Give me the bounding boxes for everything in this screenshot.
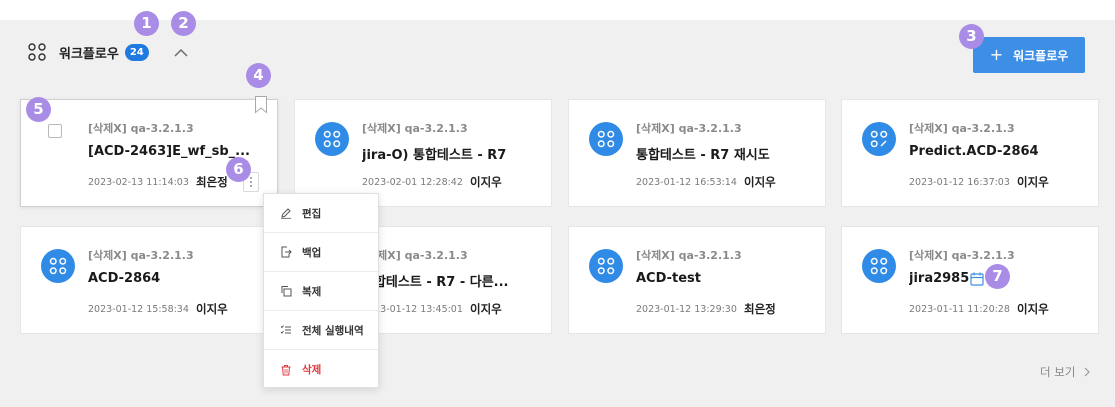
workflow-card[interactable]: [삭제X] qa-3.2.1.3 jira2985 2023-01-11 11:… (841, 226, 1099, 334)
card-author: 최은정 (196, 175, 228, 189)
card-author: 이지우 (1017, 302, 1049, 316)
card-project: [삭제X] qa-3.2.1.3 (362, 122, 468, 135)
card-name: 통합테스트 - R7 - 다른... (362, 275, 509, 290)
menu-item-delete[interactable]: 삭제 (264, 350, 378, 389)
workflow-card[interactable]: [삭제X] qa-3.2.1.3 Predict.ACD-2864 2023-0… (841, 99, 1099, 207)
callout-badge: 1 (134, 11, 159, 36)
menu-item-label: 전체 실행내역 (302, 324, 364, 337)
menu-item-label: 편집 (302, 207, 322, 220)
card-name: jira-O) 통합테스트 - R7 (362, 148, 507, 163)
callout-badge: 4 (246, 63, 271, 88)
card-project: [삭제X] qa-3.2.1.3 (909, 122, 1015, 135)
workflow-card[interactable]: [삭제X] qa-3.2.1.3 jira-O) 통합테스트 - R7 2023… (294, 99, 552, 207)
menu-item-edit[interactable]: 편집 (264, 194, 378, 233)
pencil-icon (281, 208, 291, 219)
workflow-icon (315, 122, 349, 156)
section-header: 워크플로우 24 (27, 42, 149, 62)
add-workflow-button[interactable]: + 워크플로우 (973, 37, 1085, 73)
workflow-icon (862, 249, 896, 283)
workflow-icon (28, 43, 46, 61)
card-project: [삭제X] qa-3.2.1.3 (636, 249, 742, 262)
more-label: 더 보기 (1040, 365, 1076, 379)
workflow-card[interactable]: [삭제X] qa-3.2.1.3 ACD-2864 2023-01-12 15:… (20, 226, 278, 334)
card-date: 2023-01-12 15:58:34 (88, 304, 189, 315)
card-name: ACD-test (636, 271, 702, 286)
calendar-icon (970, 272, 984, 286)
card-author: 이지우 (196, 302, 228, 316)
card-project: [삭제X] qa-3.2.1.3 (909, 249, 1015, 262)
card-date: 2023-01-12 16:37:03 (909, 177, 1010, 188)
bookmark-icon[interactable] (254, 96, 268, 114)
menu-item-label: 백업 (302, 246, 322, 259)
card-name: ACD-2864 (88, 271, 161, 286)
card-name: 통합테스트 - R7 재시도 (636, 148, 770, 163)
count-badge: 24 (124, 43, 149, 61)
card-date: 2023-01-12 16:53:14 (636, 177, 737, 188)
workflow-card[interactable]: [삭제X] qa-3.2.1.3 [ACD-2463]E_wf_sb_... 2… (20, 96, 278, 207)
select-checkbox[interactable] (48, 124, 62, 138)
menu-item-backup[interactable]: 백업 (264, 233, 378, 272)
card-name: Predict.ACD-2864 (909, 144, 1039, 159)
card-date: 2023-02-13 11:14:03 (88, 177, 189, 188)
card-author: 이지우 (470, 302, 502, 316)
trash-icon (281, 364, 291, 375)
workflow-icon (589, 122, 623, 156)
workflow-icon (41, 249, 75, 283)
top-bar (0, 0, 1115, 20)
menu-item-run-history[interactable]: 전체 실행내역 (264, 311, 378, 350)
card-author: 이지우 (1017, 175, 1049, 189)
chevron-right-icon (1084, 367, 1091, 377)
callout-badge: 5 (26, 97, 51, 122)
predict-workflow-icon (862, 122, 896, 156)
card-name: jira2985 (909, 271, 970, 286)
menu-item-duplicate[interactable]: 복제 (264, 272, 378, 311)
card-project: [삭제X] qa-3.2.1.3 (88, 249, 194, 262)
more-link[interactable]: 더 보기 (1040, 364, 1091, 380)
card-project: [삭제X] qa-3.2.1.3 (88, 122, 194, 135)
plus-icon: + (989, 45, 1004, 64)
workflow-card[interactable]: [삭제X] qa-3.2.1.3 ACD-test 2023-01-12 13:… (568, 226, 826, 334)
section-title: 워크플로우 (59, 46, 119, 62)
callout-badge: 6 (226, 157, 251, 182)
card-author: 이지우 (744, 175, 776, 189)
card-author: 이지우 (470, 175, 502, 189)
workflow-card[interactable]: [삭제X] qa-3.2.1.3 통합테스트 - R7 재시도 2023-01-… (568, 99, 826, 207)
workflow-icon (589, 249, 623, 283)
callout-badge: 7 (985, 264, 1010, 289)
context-menu: 편집 백업 복제 전체 실행내역 삭제 (263, 193, 379, 388)
copy-icon (281, 286, 292, 297)
callout-badge: 3 (959, 24, 984, 49)
add-workflow-label: 워크플로우 (1013, 48, 1069, 63)
menu-item-label: 복제 (302, 285, 322, 298)
card-date: 2023-01-11 11:20:28 (909, 304, 1010, 315)
card-date: 2023-01-12 13:29:30 (636, 304, 737, 315)
card-project: [삭제X] qa-3.2.1.3 (636, 122, 742, 135)
card-name: [ACD-2463]E_wf_sb_... (88, 144, 250, 159)
card-date: 2023-02-01 12:28:42 (362, 177, 463, 188)
card-author: 최은정 (744, 302, 776, 316)
menu-item-label: 삭제 (302, 364, 322, 376)
chevron-up-icon[interactable] (173, 46, 189, 60)
export-icon (281, 246, 292, 258)
callout-badge: 2 (171, 11, 196, 36)
checklist-icon (280, 325, 291, 334)
